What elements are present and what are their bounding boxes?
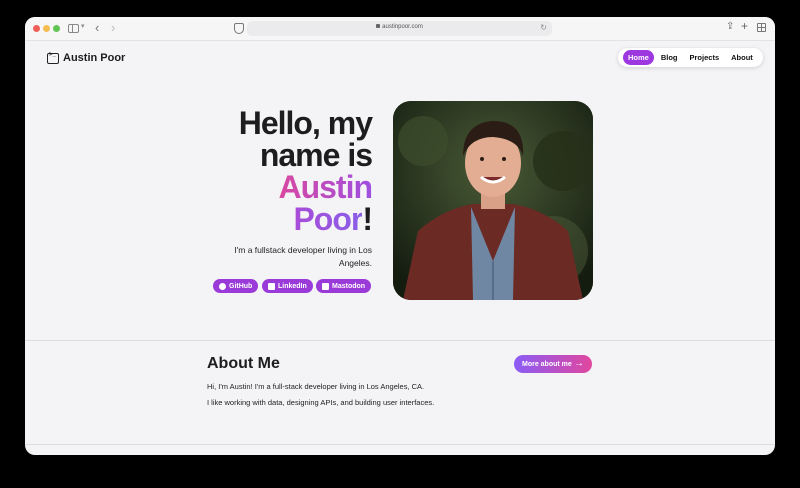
nav-projects[interactable]: Projects — [685, 50, 725, 65]
hero-first-name: Austin — [278, 169, 373, 205]
section-divider — [25, 340, 775, 341]
minimize-window-button[interactable] — [43, 25, 50, 32]
footer-divider — [25, 444, 775, 445]
about-text-2: I like working with data, designing APIs… — [207, 398, 435, 407]
nav-home[interactable]: Home — [623, 50, 654, 65]
url-text: austinpoor.com — [382, 24, 423, 30]
hero-exclaim: ! — [362, 201, 373, 237]
profile-photo — [393, 101, 593, 300]
linkedin-icon — [268, 282, 275, 290]
tab-overview-icon[interactable] — [757, 23, 766, 32]
linkedin-link[interactable]: LinkedIn — [262, 279, 313, 293]
forward-arrow-icon[interactable]: › — [111, 20, 115, 35]
browser-window: ▾ ‹ › austinpoor.com ↻ ⇪ + Austin Poor H… — [25, 17, 775, 455]
hero-last-name: Poor — [293, 201, 363, 237]
hero-line-1: Hello, my — [238, 105, 373, 141]
close-window-button[interactable] — [33, 25, 40, 32]
site-logo-link[interactable]: Austin Poor — [47, 52, 125, 64]
new-tab-icon[interactable]: + — [741, 19, 748, 33]
browser-toolbar: ▾ ‹ › austinpoor.com ↻ ⇪ + — [25, 17, 775, 41]
nav-blog[interactable]: Blog — [656, 50, 683, 65]
about-heading: About Me — [207, 355, 280, 372]
github-link[interactable]: GitHub — [213, 279, 259, 293]
brand-name: Austin Poor — [63, 52, 126, 64]
main-navigation: Home Blog Projects About — [618, 48, 763, 67]
zoom-window-button[interactable] — [53, 25, 60, 32]
more-about-me-button[interactable]: More about me → — [514, 355, 592, 373]
back-arrow-icon[interactable]: ‹ — [95, 20, 99, 35]
reload-icon[interactable]: ↻ — [540, 23, 547, 32]
github-label: GitHub — [229, 282, 253, 290]
hero-line-2: name is — [259, 137, 373, 173]
address-bar[interactable]: austinpoor.com ↻ — [247, 21, 552, 36]
mastodon-link[interactable]: Mastodon — [316, 279, 372, 293]
more-about-me-label: More about me — [522, 360, 572, 368]
lock-icon — [376, 24, 381, 29]
hero-subtitle: I'm a fullstack developer living in Los … — [234, 245, 372, 268]
about-text-1: Hi, I'm Austin! I'm a full-stack develop… — [207, 382, 425, 391]
privacy-shield-icon[interactable] — [234, 23, 244, 34]
terminal-icon — [47, 52, 59, 64]
arrow-right-icon: → — [574, 358, 584, 369]
nav-about[interactable]: About — [726, 50, 758, 65]
chevron-down-icon[interactable]: ▾ — [81, 22, 85, 30]
linkedin-label: LinkedIn — [278, 282, 307, 290]
mastodon-label: Mastodon — [332, 282, 366, 290]
mastodon-icon — [322, 282, 329, 290]
sidebar-toggle-icon[interactable] — [68, 24, 79, 33]
share-icon[interactable]: ⇪ — [726, 21, 734, 32]
hero-heading: Hello, my name is Austin Poor! — [195, 105, 373, 237]
github-icon — [219, 282, 226, 290]
